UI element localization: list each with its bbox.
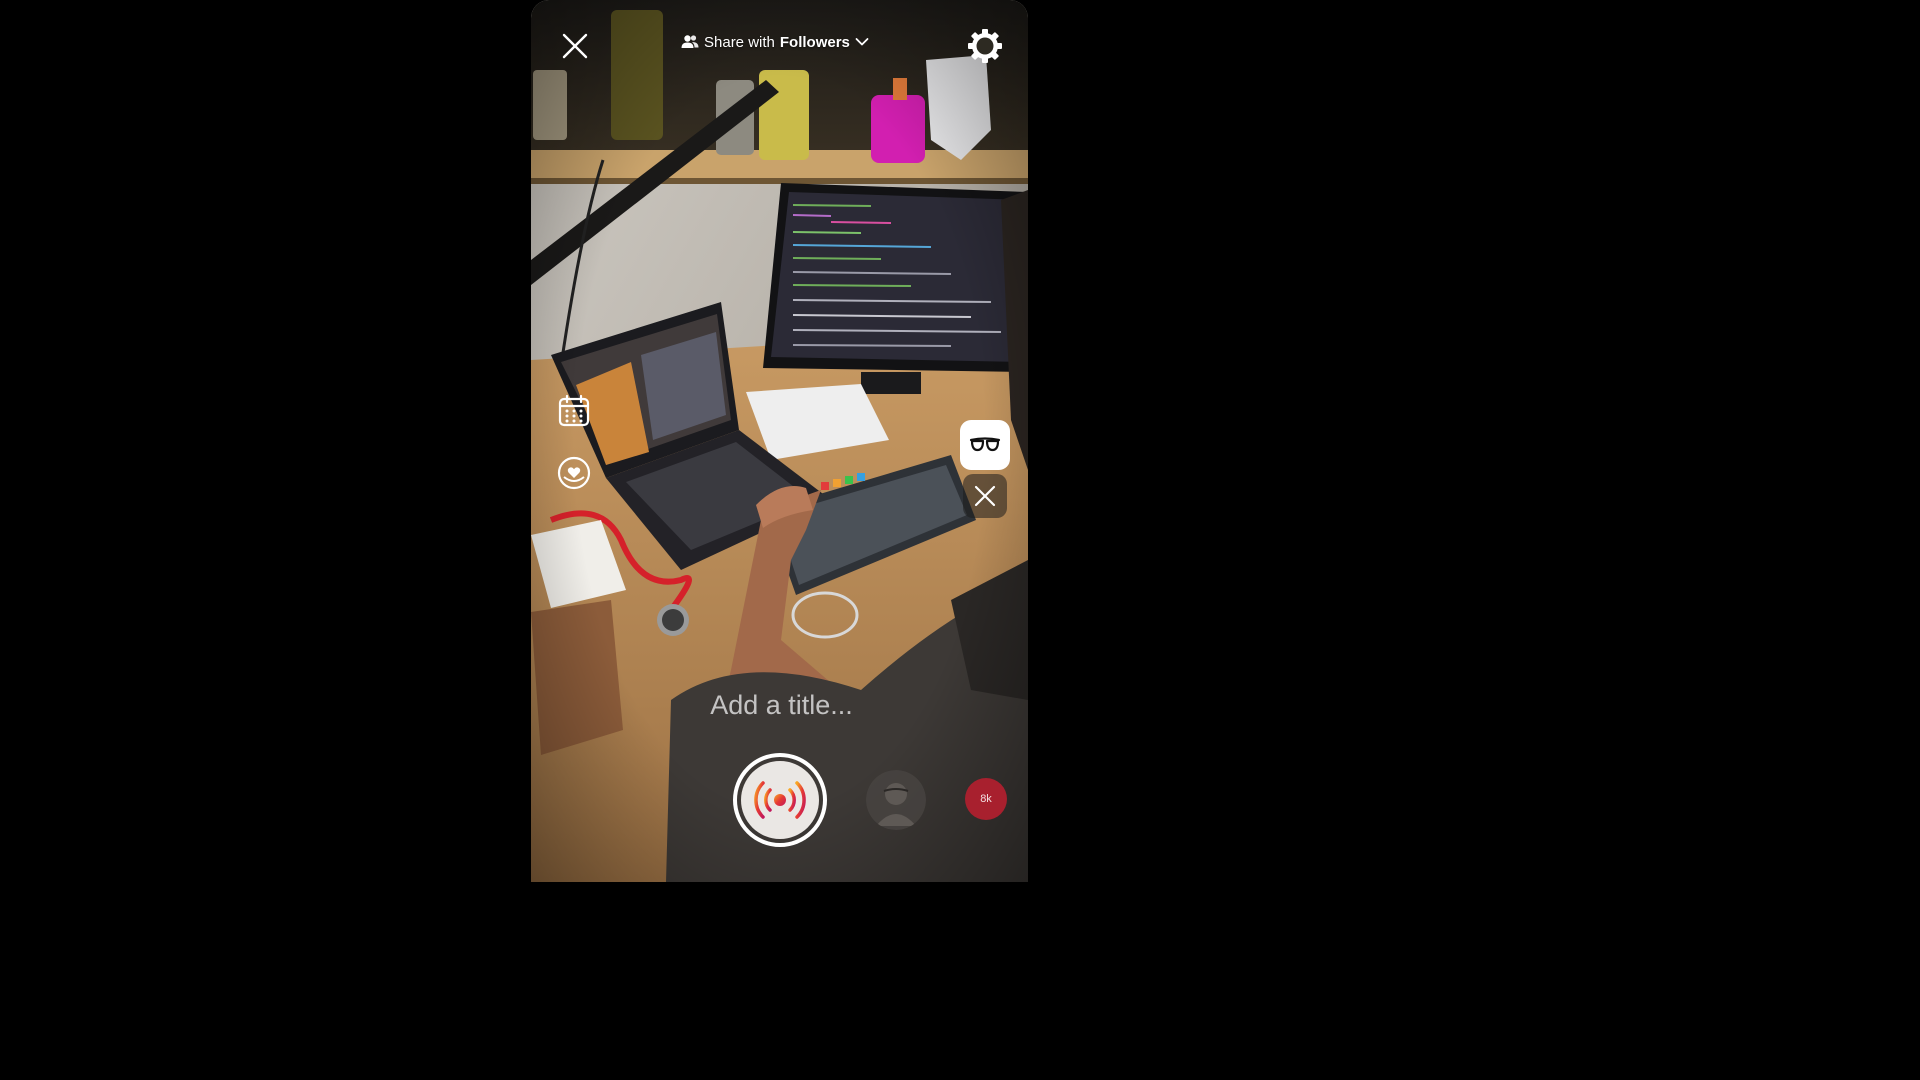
left-toolbar <box>556 393 594 517</box>
live-camera-screen: Share with Followers Add a title... 8k <box>531 0 1028 882</box>
audience-selector[interactable]: Share with Followers <box>681 30 869 54</box>
share-prefix-label: Share with <box>704 33 775 51</box>
calendar-icon <box>558 394 590 427</box>
remove-effect-button[interactable] <box>963 474 1007 518</box>
effect-thumbnail[interactable] <box>866 770 926 830</box>
heart-badge-icon <box>557 456 591 490</box>
schedule-button[interactable] <box>556 393 592 429</box>
people-icon <box>681 35 699 48</box>
camera-preview <box>531 0 1028 882</box>
share-audience-label: Followers <box>779 33 850 51</box>
effect-preview-image <box>866 770 926 830</box>
settings-button[interactable] <box>967 28 1003 64</box>
glasses-icon <box>969 437 1001 452</box>
go-live-button[interactable] <box>732 752 828 848</box>
close-button[interactable] <box>559 30 591 62</box>
close-icon <box>974 485 996 507</box>
close-icon <box>562 33 588 59</box>
viewer-count-badge[interactable]: 8k <box>965 778 1007 820</box>
gear-icon <box>968 29 1002 63</box>
live-broadcast-icon <box>733 753 827 847</box>
chevron-down-icon <box>855 38 869 46</box>
selected-effect-button[interactable] <box>960 420 1010 470</box>
fundraiser-button[interactable] <box>556 455 592 491</box>
title-input[interactable] <box>631 684 932 726</box>
top-bar: Share with Followers <box>531 0 1028 92</box>
